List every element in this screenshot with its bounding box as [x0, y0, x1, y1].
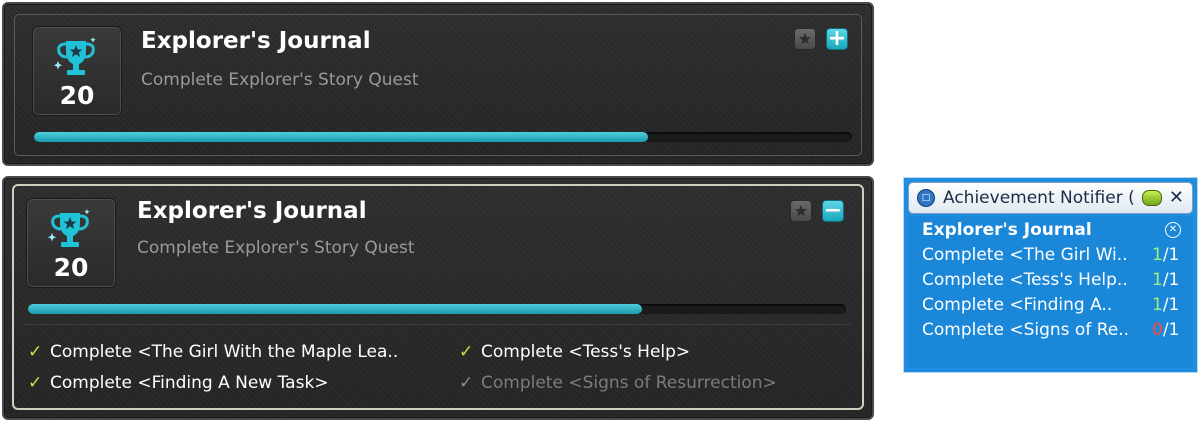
achievement-card-expanded[interactable]: 20 Explorer's Journal Complete Explorer'…	[2, 176, 874, 420]
collapse-button[interactable]: −	[822, 200, 844, 222]
task-item: ✓ Complete <The Girl With the Maple Lea..	[28, 342, 399, 362]
notifier-app-icon: □	[917, 189, 935, 207]
notifier-title: Achievement Notifier (	[943, 188, 1135, 208]
trophy-icon	[53, 37, 96, 75]
achievement-description: Complete Explorer's Story Quest	[141, 70, 419, 90]
progress-fill	[34, 132, 648, 142]
star-icon	[799, 33, 811, 45]
check-icon: ✓	[459, 342, 474, 362]
check-icon: ✓	[28, 342, 43, 362]
close-icon[interactable]: ✕	[1169, 187, 1184, 208]
notifier-achievement-title: Explorer's Journal	[922, 220, 1092, 240]
check-icon: ✓	[28, 373, 43, 393]
star-icon	[795, 205, 807, 217]
plus-icon: +	[827, 26, 847, 51]
achievement-description: Complete Explorer's Story Quest	[137, 238, 415, 258]
collapse-icon[interactable]: ✕	[1165, 222, 1181, 238]
trophy-icon	[47, 209, 90, 247]
notifier-row: Complete <The Girl Wi.. 1/1	[922, 245, 1180, 265]
achievement-badge: 20	[32, 26, 122, 116]
task-item: ✓ Complete <Finding A New Task>	[28, 373, 329, 393]
achievement-points: 20	[59, 81, 95, 110]
expand-button[interactable]: +	[826, 28, 848, 50]
task-item: ✓ Complete <Tess's Help>	[459, 342, 691, 362]
progress-bar	[28, 304, 846, 314]
notifier-row: Complete <Signs of Re.. 0/1	[922, 320, 1180, 340]
notifier-titlebar[interactable]: □ Achievement Notifier ( ✕	[908, 182, 1193, 214]
divider	[24, 324, 852, 325]
achievement-title: Explorer's Journal	[137, 198, 367, 224]
favorite-button[interactable]	[790, 200, 812, 222]
achievement-card-collapsed[interactable]: 20 Explorer's Journal Complete Explorer'…	[2, 2, 874, 166]
notifier-row: Complete <Tess's Help.. 1/1	[922, 270, 1180, 290]
achievement-notifier-window: □ Achievement Notifier ( ✕ Explorer's Jo…	[903, 177, 1198, 373]
task-item: ✓ Complete <Signs of Resurrection>	[459, 373, 777, 393]
achievement-title: Explorer's Journal	[141, 28, 371, 54]
minus-icon: −	[823, 198, 843, 223]
progress-bar	[34, 132, 852, 142]
notifier-row: Complete <Finding A.. 1/1	[922, 295, 1180, 315]
achievement-points: 20	[53, 253, 89, 282]
minimize-button[interactable]	[1142, 190, 1162, 206]
favorite-button[interactable]	[794, 28, 816, 50]
check-icon: ✓	[459, 373, 474, 393]
achievement-badge: 20	[26, 198, 116, 288]
progress-fill	[28, 304, 642, 314]
